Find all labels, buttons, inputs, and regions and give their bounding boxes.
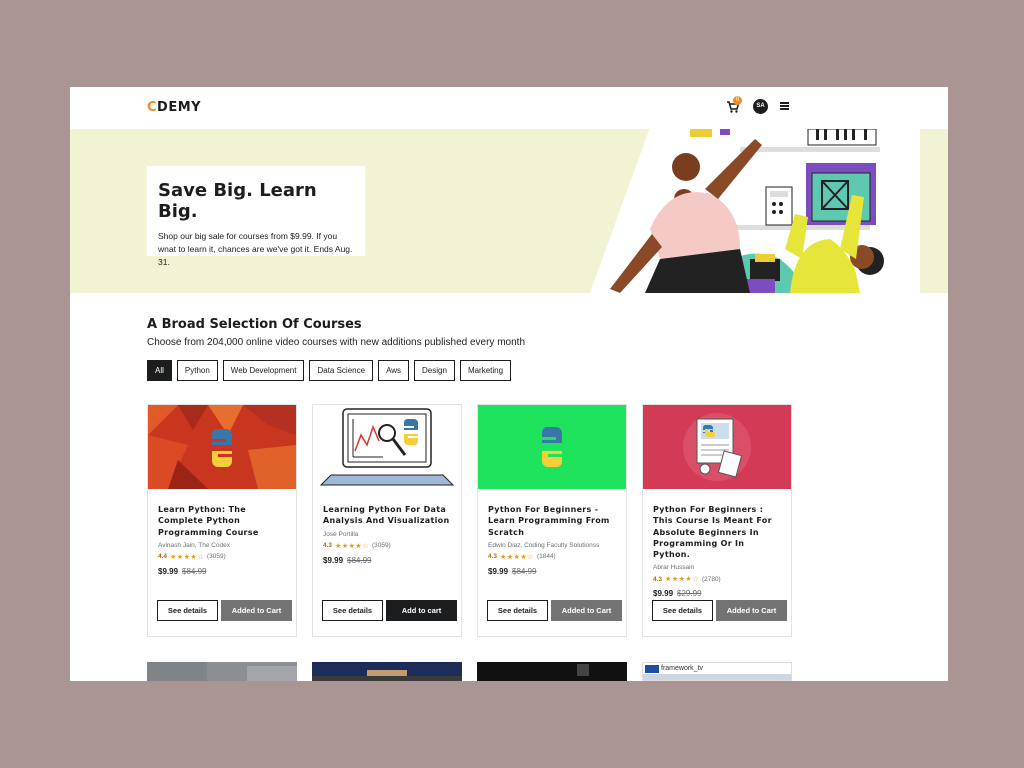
course-title[interactable]: Learn Python: The Complete Python Progra… bbox=[158, 504, 286, 538]
course-grid: Learn Python: The Complete Python Progra… bbox=[147, 404, 792, 637]
filter-marketing[interactable]: Marketing bbox=[459, 360, 512, 381]
review-count: (3059) bbox=[371, 542, 391, 550]
course-thumbnail bbox=[643, 405, 791, 489]
current-price: $9.99 bbox=[488, 566, 509, 576]
filter-web-development[interactable]: Web Development bbox=[222, 360, 305, 381]
added-to-cart-button[interactable]: Added to Cart bbox=[551, 600, 622, 621]
filter-python[interactable]: Python bbox=[176, 360, 218, 381]
original-price: $29.99 bbox=[677, 589, 702, 599]
section-title: A Broad Selection Of Courses bbox=[147, 317, 362, 332]
course-author: Jose Portilla bbox=[323, 530, 359, 538]
filter-design[interactable]: Design bbox=[414, 360, 455, 381]
course-price: $9.99 $84.99 bbox=[488, 567, 616, 576]
original-price: $84.99 bbox=[347, 555, 372, 565]
course-price: $9.99 $84.99 bbox=[323, 556, 451, 565]
course-rating: 4.3 ★★★★☆ (1844) bbox=[488, 553, 616, 561]
logo-accent: C bbox=[147, 100, 158, 115]
course-rating: 4.3 ★★★★☆ (2780) bbox=[653, 575, 781, 584]
course-rating: 4.3 ★★★★☆ (3059) bbox=[323, 542, 451, 550]
hero-banner: Save Big. Learn Big. Shop our big sale f… bbox=[70, 129, 948, 293]
current-price: $9.99 bbox=[653, 589, 674, 599]
review-count: (3059) bbox=[206, 553, 226, 561]
star-rating-icon: ★★★★☆ bbox=[170, 553, 204, 561]
see-details-button[interactable]: See details bbox=[157, 600, 218, 621]
hero-right-strip bbox=[920, 129, 948, 293]
course-author: Edwin Diaz, Coding Faculty Solutionss bbox=[488, 541, 600, 549]
section-subtitle: Choose from 204,000 online video courses… bbox=[147, 337, 526, 348]
course-thumbnail bbox=[478, 405, 626, 489]
top-header: CDEMY 0 SA bbox=[70, 87, 948, 129]
course-thumbnail[interactable] bbox=[147, 662, 297, 681]
added-to-cart-button[interactable]: Added to Cart bbox=[716, 600, 787, 621]
hamburger-menu-icon[interactable] bbox=[780, 102, 789, 110]
current-price: $9.99 bbox=[158, 566, 179, 576]
course-card[interactable]: Python For Beginners - Learn Programming… bbox=[477, 404, 627, 637]
course-card[interactable]: Learn Python: The Complete Python Progra… bbox=[147, 404, 297, 637]
hero-illustration bbox=[610, 129, 884, 293]
hero-title: Save Big. Learn Big. bbox=[158, 180, 317, 222]
rating-value: 4.4 bbox=[158, 553, 168, 561]
card-actions: See details Added to Cart bbox=[487, 600, 622, 621]
see-details-button[interactable]: See details bbox=[322, 600, 383, 621]
logo-text: DEMY bbox=[157, 100, 202, 115]
filter-aws[interactable]: Aws bbox=[378, 360, 410, 381]
current-price: $9.99 bbox=[323, 555, 344, 565]
rating-value: 4.3 bbox=[488, 553, 498, 561]
course-title[interactable]: Python For Beginners : This Course Is Me… bbox=[653, 504, 781, 560]
cart-count-badge: 0 bbox=[733, 96, 742, 105]
course-thumbnail bbox=[148, 405, 296, 489]
card-actions: See details Add to cart bbox=[322, 600, 457, 621]
brand-logo[interactable]: CDEMY bbox=[147, 100, 201, 115]
course-author: Abrar Hussain bbox=[653, 564, 695, 572]
see-details-button[interactable]: See details bbox=[487, 600, 548, 621]
course-price: $9.99 $84.99 bbox=[158, 567, 286, 576]
category-filters: All Python Web Development Data Science … bbox=[147, 360, 512, 381]
browser-frame: CDEMY 0 SA Save Big. Learn Big. Shop our… bbox=[70, 87, 948, 681]
user-avatar[interactable]: SA bbox=[753, 99, 768, 114]
original-price: $84.99 bbox=[182, 566, 207, 576]
added-to-cart-button[interactable]: Added to Cart bbox=[221, 600, 292, 621]
framework-logo-text: framework_tv bbox=[661, 665, 704, 672]
review-count: (2780) bbox=[701, 575, 721, 583]
course-thumbnail[interactable] bbox=[312, 662, 462, 681]
card-actions: See details Added to Cart bbox=[157, 600, 292, 621]
rating-value: 4.3 bbox=[653, 575, 663, 583]
course-price: $9.99 $29.99 bbox=[653, 589, 781, 598]
hero-promo-card: Save Big. Learn Big. Shop our big sale f… bbox=[147, 166, 365, 267]
filter-all[interactable]: All bbox=[147, 360, 172, 381]
course-title[interactable]: Learning Python For Data Analysis And Vi… bbox=[323, 504, 451, 527]
review-count: (1844) bbox=[536, 553, 556, 561]
star-rating-icon: ★★★★☆ bbox=[665, 576, 699, 584]
see-details-button[interactable]: See details bbox=[652, 600, 713, 621]
course-rating: 4.4 ★★★★☆ (3059) bbox=[158, 553, 286, 561]
card-actions: See details Added to Cart bbox=[652, 600, 787, 621]
course-card[interactable]: Python For Beginners : This Course Is Me… bbox=[642, 404, 792, 637]
course-thumbnail[interactable]: framework_tv bbox=[642, 662, 792, 681]
star-rating-icon: ★★★★☆ bbox=[335, 542, 369, 550]
star-rating-icon: ★★★★☆ bbox=[500, 553, 534, 561]
course-author: Avinash Jain, The Codex bbox=[158, 541, 231, 549]
rating-value: 4.3 bbox=[323, 542, 333, 550]
course-title[interactable]: Python For Beginners - Learn Programming… bbox=[488, 504, 616, 538]
course-grid-row-2: framework_tv bbox=[147, 662, 792, 681]
course-thumbnail[interactable] bbox=[477, 662, 627, 681]
original-price: $84.99 bbox=[512, 566, 537, 576]
course-card[interactable]: Learning Python For Data Analysis And Vi… bbox=[312, 404, 462, 637]
hero-text: Shop our big sale for courses from $9.99… bbox=[158, 231, 353, 267]
add-to-cart-button[interactable]: Add to cart bbox=[386, 600, 457, 621]
filter-data-science[interactable]: Data Science bbox=[309, 360, 374, 381]
course-thumbnail bbox=[313, 405, 461, 489]
